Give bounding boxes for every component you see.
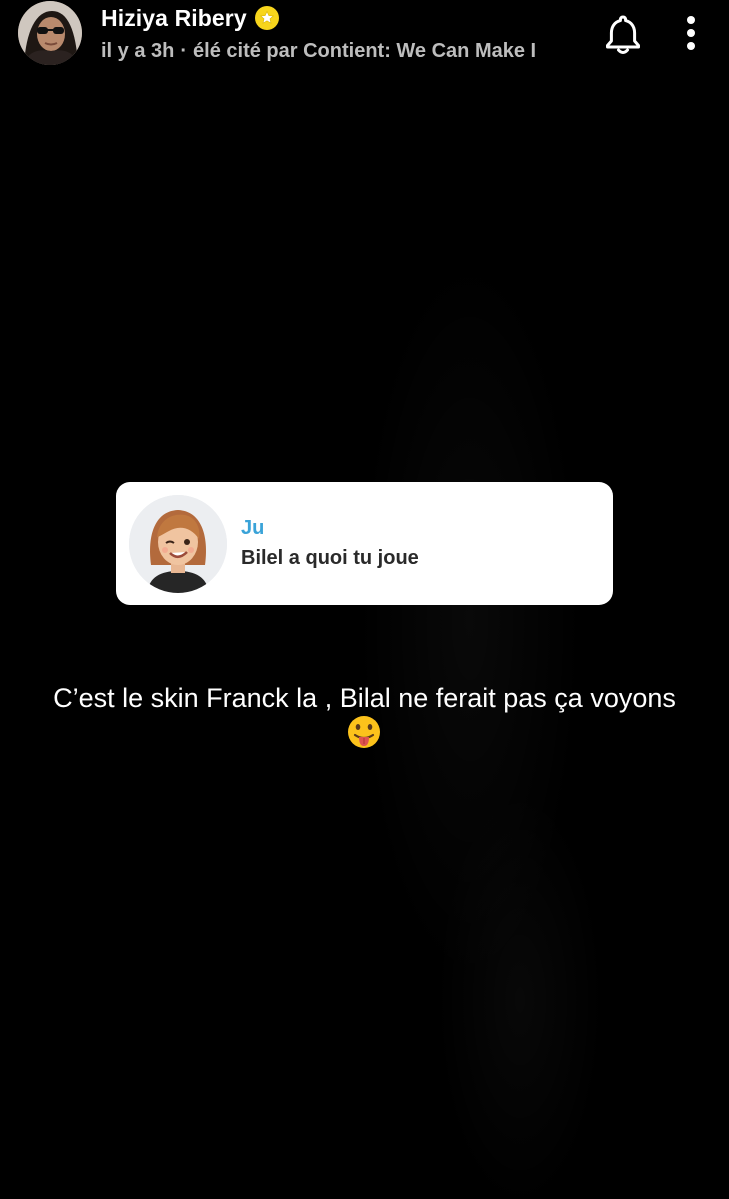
story-header: Hiziya Ribery il y a 3h · élé cité par C… [0, 0, 729, 70]
bitmoji-avatar-icon [129, 495, 227, 593]
profile-avatar[interactable] [18, 1, 82, 65]
profile-photo-icon [18, 1, 82, 65]
time-ago: il y a 3h [101, 39, 175, 62]
story-subtitle: il y a 3h · élé cité par Contient: We Ca… [101, 38, 581, 64]
story-caption: C’est le skin Franck la , Bilal ne ferai… [53, 683, 676, 713]
reply-sticker[interactable]: Ju Bilel a quoi tu joue [116, 482, 613, 605]
username-row[interactable]: Hiziya Ribery [101, 4, 279, 32]
more-vertical-icon[interactable] [680, 14, 702, 54]
star-badge-icon [254, 6, 279, 30]
attribution-text[interactable]: élé cité par Contient: We Can Make I [193, 40, 536, 63]
notification-bell-icon[interactable] [603, 14, 643, 56]
reply-author: Ju [241, 517, 265, 539]
separator-dot: · [180, 39, 188, 62]
face-with-tongue-emoji-icon [348, 716, 380, 748]
username[interactable]: Hiziya Ribery [101, 5, 247, 32]
reply-message: Bilel a quoi tu joue [241, 547, 419, 569]
reply-author-avatar [129, 495, 227, 593]
